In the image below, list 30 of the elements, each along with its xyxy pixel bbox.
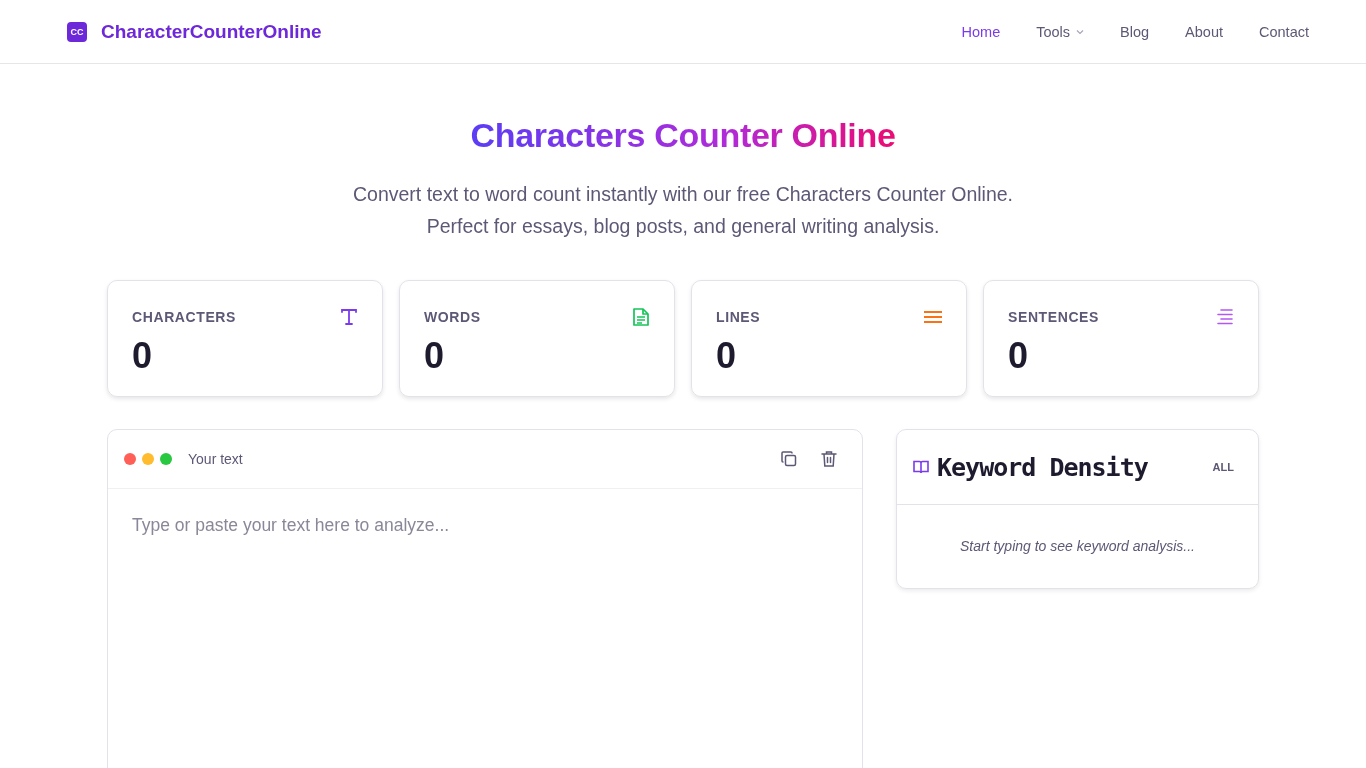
filter-button[interactable]: ALL	[1212, 461, 1234, 473]
stat-value: 0	[424, 335, 445, 377]
stat-label: SENTENCES	[1008, 309, 1099, 325]
text-icon	[340, 308, 358, 326]
logo-badge[interactable]: CC	[67, 21, 87, 42]
stat-value: 0	[132, 335, 153, 377]
stat-label: CHARACTERS	[132, 309, 236, 325]
subtitle: Perfect for essays, blog posts, and general writing analysis.	[426, 215, 940, 238]
menu-icon	[924, 310, 942, 324]
editor-panel[interactable]: Your text Type or paste your text here to analyze...	[107, 429, 863, 768]
nav-link[interactable]: Contact	[1259, 23, 1309, 40]
nav-link[interactable]: Home	[961, 23, 1001, 40]
subtitle: Convert text to word count instantly with our free Characters Counter Online.	[352, 183, 1014, 206]
empty-message: Start typing to see keyword analysis...	[959, 537, 1196, 556]
document-icon	[632, 307, 650, 327]
copy-button[interactable]	[780, 450, 798, 468]
stat-value: 0	[1008, 335, 1029, 377]
text-lines-icon	[1216, 308, 1234, 326]
panel-title: Keyword Density	[937, 452, 1149, 482]
nav-link[interactable]: Blog	[1120, 23, 1150, 40]
book-icon	[913, 460, 929, 474]
stat-label: LINES	[716, 309, 761, 325]
delete-button[interactable]	[820, 450, 838, 468]
editor-title: Your text	[188, 451, 244, 467]
logo-text[interactable]: CharacterCounterOnline	[101, 20, 322, 43]
window-dots-icon	[124, 453, 172, 465]
stat-value: 0	[716, 335, 737, 377]
nav-link[interactable]: Tools	[1036, 23, 1085, 40]
stat-label: WORDS	[424, 309, 481, 325]
nav-link[interactable]: About	[1185, 23, 1223, 40]
